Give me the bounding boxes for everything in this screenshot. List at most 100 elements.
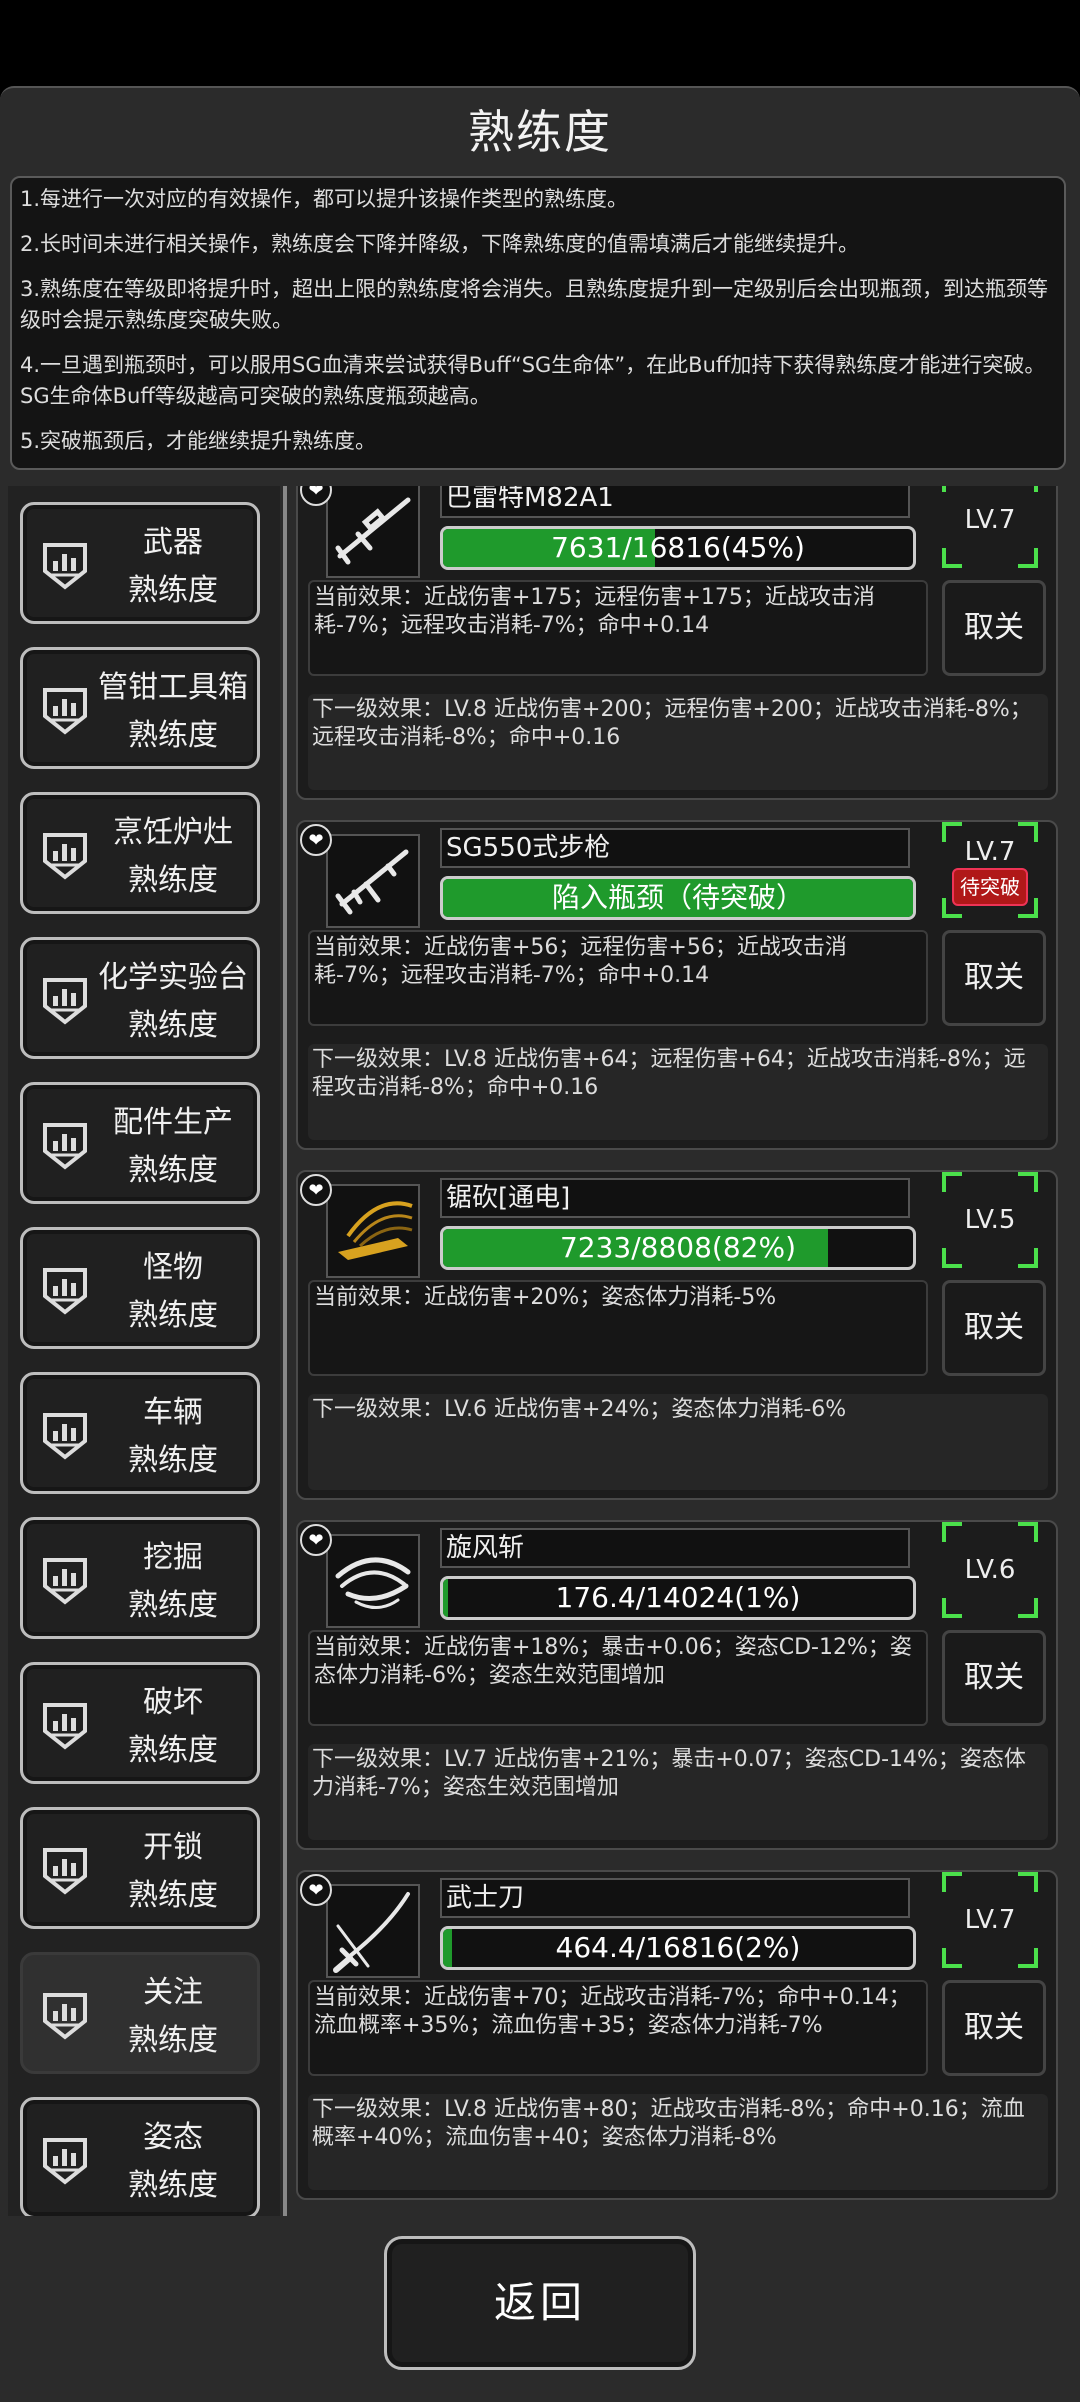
- level-box: LV.7: [942, 486, 1038, 568]
- heart-icon[interactable]: ❤: [300, 824, 332, 856]
- progress-bar: 464.4/16816(2%): [440, 1926, 916, 1970]
- current-effect: 当前效果：近战伤害+56；远程伤害+56；近战攻击消耗-7%；远程攻击消耗-7%…: [308, 930, 928, 1026]
- category-button[interactable]: 开锁 熟练度: [20, 1807, 260, 1929]
- sniper-rifle-icon: [328, 497, 418, 580]
- progress-bar: 7233/8808(82%): [440, 1226, 916, 1270]
- category-label: 挖掘: [143, 1540, 203, 1575]
- category-sublabel: 熟练度: [128, 1298, 218, 1333]
- proficiency-card: ❤ 锯砍[通电] 7233/8808(82%) LV.5 当前效果：近战伤害+20%；姿…: [296, 1170, 1058, 1500]
- category-sublabel: 熟练度: [128, 718, 218, 753]
- heart-icon[interactable]: ❤: [300, 1174, 332, 1206]
- proficiency-chart-icon: [41, 831, 89, 881]
- corner-mark: [942, 1948, 962, 1968]
- katana-icon: [328, 1892, 418, 1980]
- category-button[interactable]: 化学实验台 熟练度: [20, 937, 260, 1059]
- next-level-effect: 下一级效果：LV.8 近战伤害+80；近战攻击消耗-8%；命中+0.16；流血概…: [308, 2094, 1048, 2190]
- level-label: LV.7: [964, 505, 1016, 535]
- level-box: LV.5: [942, 1172, 1038, 1268]
- category-button[interactable]: 烹饪炉灶 熟练度: [20, 792, 260, 914]
- current-effect: 当前效果：近战伤害+18%；暴击+0.06；姿态CD-12%；姿态体力消耗-6%…: [308, 1630, 928, 1726]
- proficiency-chart-icon: [41, 1556, 89, 1606]
- unfollow-button[interactable]: 取关: [942, 580, 1046, 676]
- corner-mark: [1018, 1872, 1038, 1892]
- item-icon-box: [326, 486, 420, 578]
- category-label: 怪物: [143, 1250, 203, 1285]
- proficiency-chart-icon: [41, 1121, 89, 1171]
- corner-mark: [942, 1872, 962, 1892]
- level-label: LV.7: [964, 837, 1016, 867]
- scrollbar[interactable]: [283, 486, 287, 2216]
- corner-mark: [1018, 1522, 1038, 1542]
- description-line: 1.每进行一次对应的有效操作，都可以提升该操作类型的熟练度。: [20, 187, 629, 211]
- category-label: 车辆: [143, 1395, 203, 1430]
- category-label: 烹饪炉灶: [113, 815, 233, 850]
- corner-mark: [942, 486, 962, 492]
- proficiency-chart-icon: [41, 1846, 89, 1896]
- category-button[interactable]: 管钳工具箱 熟练度: [20, 647, 260, 769]
- unfollow-button[interactable]: 取关: [942, 1630, 1046, 1726]
- category-button[interactable]: 车辆 熟练度: [20, 1372, 260, 1494]
- category-button[interactable]: 破坏 熟练度: [20, 1662, 260, 1784]
- level-box: LV.6: [942, 1522, 1038, 1618]
- corner-mark: [942, 822, 962, 842]
- progress-text: 7233/8808(82%): [559, 1231, 797, 1264]
- category-sublabel: 熟练度: [128, 1443, 218, 1478]
- category-button[interactable]: 挖掘 熟练度: [20, 1517, 260, 1639]
- page-title: 熟练度: [468, 105, 612, 159]
- next-level-effect: 下一级效果：LV.6 近战伤害+24%；姿态体力消耗-6%: [308, 1394, 1048, 1490]
- corner-mark: [942, 1522, 962, 1542]
- level-box: LV.7 待突破: [942, 822, 1038, 918]
- category-label: 武器: [143, 525, 203, 560]
- back-button[interactable]: 返回: [384, 2236, 696, 2370]
- progress-bar: 176.4/14024(1%): [440, 1576, 916, 1620]
- unfollow-button[interactable]: 取关: [942, 930, 1046, 1026]
- category-label: 管钳工具箱: [98, 670, 248, 705]
- category-sublabel: 熟练度: [128, 2168, 218, 2203]
- level-label: LV.6: [964, 1555, 1016, 1585]
- corner-mark: [1018, 1248, 1038, 1268]
- category-sublabel: 熟练度: [128, 573, 218, 608]
- chainsaw-slash-icon: [328, 1201, 418, 1280]
- breakthrough-badge[interactable]: 待突破: [952, 868, 1028, 906]
- category-button[interactable]: 姿态 熟练度: [20, 2097, 260, 2216]
- corner-mark: [1018, 486, 1038, 492]
- item-icon-box: [326, 834, 420, 928]
- assault-rifle-icon: [328, 849, 418, 930]
- category-label: 关注: [143, 1975, 203, 2010]
- proficiency-chart-icon: [41, 1266, 89, 1316]
- item-icon-box: [326, 1884, 420, 1978]
- current-effect: 当前效果：近战伤害+20%；姿态体力消耗-5%: [308, 1280, 928, 1376]
- item-name: 巴雷特M82A1: [440, 486, 910, 518]
- category-label: 化学实验台: [98, 960, 248, 995]
- category-button[interactable]: 配件生产 熟练度: [20, 1082, 260, 1204]
- corner-mark: [942, 1248, 962, 1268]
- item-name: 锯砍[通电]: [440, 1178, 910, 1218]
- category-sublabel: 熟练度: [128, 863, 218, 898]
- heart-icon[interactable]: ❤: [300, 1524, 332, 1556]
- unfollow-button[interactable]: 取关: [942, 1280, 1046, 1376]
- proficiency-chart-icon: [41, 976, 89, 1026]
- item-icon-box: [326, 1534, 420, 1628]
- category-button[interactable]: 怪物 熟练度: [20, 1227, 260, 1349]
- corner-mark: [942, 1172, 962, 1192]
- unfollow-button[interactable]: 取关: [942, 1980, 1046, 2076]
- next-level-effect: 下一级效果：LV.8 近战伤害+64；远程伤害+64；近战攻击消耗-8%；远程攻…: [308, 1044, 1048, 1140]
- category-button[interactable]: 武器 熟练度: [20, 502, 260, 624]
- proficiency-chart-icon: [41, 1411, 89, 1461]
- category-sidebar[interactable]: 武器 熟练度 管钳工具箱 熟练度 烹饪炉灶 熟练度 化学实验台 熟练度 配件生产 熟练度 怪物 熟练度…: [8, 486, 280, 2216]
- heart-icon[interactable]: ❤: [300, 1874, 332, 1906]
- description-line: 3.熟练度在等级即将提升时，超出上限的熟练度将会消失。且熟练度提升到一定级别后会…: [20, 277, 1049, 332]
- corner-mark: [1018, 822, 1038, 842]
- proficiency-chart-icon: [41, 1991, 89, 2041]
- next-level-effect: 下一级效果：LV.7 近战伤害+21%；暴击+0.07；姿态CD-14%；姿态体…: [308, 1744, 1048, 1840]
- corner-mark: [1018, 1948, 1038, 1968]
- category-button[interactable]: 关注 熟练度: [20, 1952, 260, 2074]
- proficiency-list[interactable]: ❤ 巴雷特M82A1 7631/16816(45%) LV.7 当前效果：近战伤害+17…: [292, 486, 1064, 2216]
- category-label: 开锁: [143, 1830, 203, 1865]
- proficiency-card: ❤ SG550式步枪 陷入瓶颈（待突破） LV.7 待突破 当前效果：近战伤害+56；远程…: [296, 820, 1058, 1150]
- level-label: LV.7: [964, 1905, 1016, 1935]
- description-line: 5.突破瓶颈后，才能继续提升熟练度。: [20, 429, 377, 453]
- item-name: 旋风斩: [440, 1528, 910, 1568]
- proficiency-card: ❤ 巴雷特M82A1 7631/16816(45%) LV.7 当前效果：近战伤害+17…: [296, 486, 1058, 800]
- proficiency-chart-icon: [41, 1701, 89, 1751]
